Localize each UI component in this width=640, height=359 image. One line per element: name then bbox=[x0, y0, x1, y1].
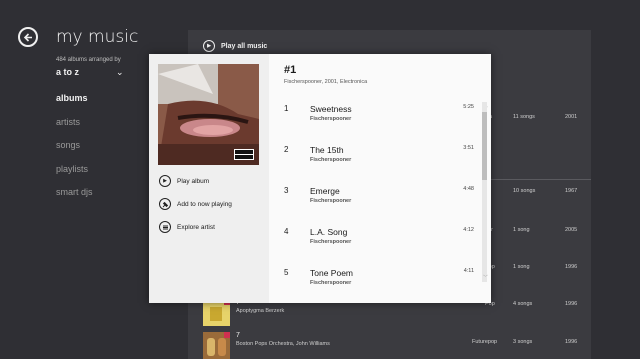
album-title: 7 bbox=[236, 332, 240, 339]
play-album-button[interactable]: ▶ Play album bbox=[159, 175, 209, 187]
track-row[interactable]: 2 The 15th Fischerspooner 3:51 bbox=[284, 145, 474, 175]
year: 1996 bbox=[565, 301, 578, 307]
year: 1967 bbox=[565, 188, 578, 194]
track-number: 3 bbox=[284, 186, 289, 195]
play-all-button[interactable]: ▶ Play all music bbox=[203, 40, 267, 52]
track-list-pane: #1 Fischerspooner, 2001, Electronica 1 S… bbox=[269, 54, 491, 303]
song-count: 11 songs bbox=[513, 114, 535, 120]
track-artist: Fischerspooner bbox=[310, 280, 352, 286]
back-button[interactable] bbox=[18, 27, 38, 47]
track-row[interactable]: 5 Tone Poem Fischerspooner 4:11 bbox=[284, 268, 474, 298]
explore-icon bbox=[159, 221, 171, 233]
track-duration: 4:12 bbox=[463, 227, 474, 233]
pin-icon bbox=[159, 198, 171, 210]
album-title: #1 bbox=[284, 64, 297, 76]
pinned-icon bbox=[224, 332, 230, 338]
track-number: 5 bbox=[284, 268, 289, 277]
track-artist: Fischerspooner bbox=[310, 239, 352, 245]
track-duration: 4:11 bbox=[463, 268, 474, 274]
arrange-label: 484 albums arranged by bbox=[56, 57, 121, 63]
track-number: 2 bbox=[284, 145, 289, 154]
album-artist: Boston Pops Orchestra, John Williams bbox=[236, 341, 330, 347]
nav-item-artists[interactable]: artists bbox=[56, 116, 93, 140]
list-item[interactable]: ica 11 songs 2001 bbox=[485, 114, 577, 120]
album-cover bbox=[158, 64, 259, 165]
play-icon: ▶ bbox=[203, 40, 215, 52]
list-item[interactable]: Pop 4 songs 1996 bbox=[485, 301, 577, 307]
list-item[interactable]: Futurepop 3 songs 1996 bbox=[472, 339, 577, 345]
album-cover-art bbox=[158, 64, 259, 165]
track-artist: Fischerspooner bbox=[310, 116, 352, 122]
track-number: 4 bbox=[284, 227, 289, 236]
play-album-label: Play album bbox=[177, 177, 210, 185]
album-detail-popup: ▶ Play album Add to now playing Explore … bbox=[149, 54, 491, 303]
play-icon: ▶ bbox=[159, 175, 171, 187]
album-thumbnail bbox=[203, 299, 230, 326]
album-tile[interactable]: 7 Boston Pops Orchestra, John Williams bbox=[203, 332, 330, 359]
nav-item-playlists[interactable]: playlists bbox=[56, 163, 93, 187]
page-title: my music bbox=[56, 27, 139, 47]
year: 2001 bbox=[565, 114, 578, 120]
year: 2005 bbox=[565, 227, 578, 233]
add-to-now-playing-label: Add to now playing bbox=[177, 200, 232, 208]
track-row[interactable]: 3 Emerge Fischerspooner 4:48 bbox=[284, 186, 474, 216]
sidebar-nav: albums artists songs playlists smart djs bbox=[56, 92, 93, 210]
add-to-now-playing-button[interactable]: Add to now playing bbox=[159, 198, 232, 210]
list-item[interactable]: 10 songs 1967 bbox=[485, 188, 577, 194]
song-count: 4 songs bbox=[513, 301, 533, 307]
chevron-down-icon[interactable]: ⌄ bbox=[116, 67, 124, 78]
track-artist: Fischerspooner bbox=[310, 198, 352, 204]
track-name: Sweetness bbox=[310, 104, 352, 114]
year: 1996 bbox=[565, 264, 578, 270]
explore-artist-label: Explore artist bbox=[177, 223, 215, 231]
album-tile[interactable]: 7 Apoptygma Berzerk bbox=[203, 299, 284, 326]
album-actions-pane: ▶ Play album Add to now playing Explore … bbox=[149, 54, 269, 303]
track-name: Tone Poem bbox=[310, 268, 353, 278]
arrow-left-icon bbox=[23, 32, 32, 42]
track-row[interactable]: 1 Sweetness Fischerspooner 5:25 bbox=[284, 104, 474, 134]
arrange-dropdown[interactable]: a to z bbox=[56, 67, 79, 77]
track-name: L.A. Song bbox=[310, 227, 348, 237]
album-thumbnail bbox=[203, 332, 230, 359]
list-item[interactable]: Pop 1 song 1996 bbox=[485, 264, 577, 270]
scrollbar-thumb[interactable] bbox=[482, 112, 487, 180]
track-duration: 5:25 bbox=[463, 104, 474, 110]
song-count: 1 song bbox=[513, 227, 530, 233]
genre: Futurepop bbox=[472, 339, 498, 345]
track-row[interactable]: 4 L.A. Song Fischerspooner 4:12 bbox=[284, 227, 474, 257]
track-number: 1 bbox=[284, 104, 289, 113]
year: 1996 bbox=[565, 339, 578, 345]
song-count: 3 songs bbox=[513, 339, 533, 345]
nav-item-smart-djs[interactable]: smart djs bbox=[56, 186, 93, 210]
track-duration: 4:48 bbox=[463, 186, 474, 192]
scrollbar[interactable] bbox=[482, 102, 487, 282]
song-count: 1 song bbox=[513, 264, 530, 270]
play-all-label: Play all music bbox=[221, 42, 268, 50]
nav-item-songs[interactable]: songs bbox=[56, 139, 93, 163]
track-duration: 3:51 bbox=[463, 145, 474, 151]
divider bbox=[485, 179, 591, 180]
album-artist: Apoptygma Berzerk bbox=[236, 308, 285, 314]
explore-artist-button[interactable]: Explore artist bbox=[159, 221, 215, 233]
scroll-down-icon[interactable]: ﹀ bbox=[483, 274, 488, 281]
album-meta: Fischerspooner, 2001, Electronica bbox=[284, 79, 368, 85]
list-item[interactable]: her 1 song 2005 bbox=[485, 227, 577, 233]
track-artist: Fischerspooner bbox=[310, 157, 352, 163]
song-count: 10 songs bbox=[513, 188, 536, 194]
track-name: Emerge bbox=[310, 186, 340, 196]
track-name: The 15th bbox=[310, 145, 344, 155]
nav-item-albums[interactable]: albums bbox=[56, 92, 93, 116]
